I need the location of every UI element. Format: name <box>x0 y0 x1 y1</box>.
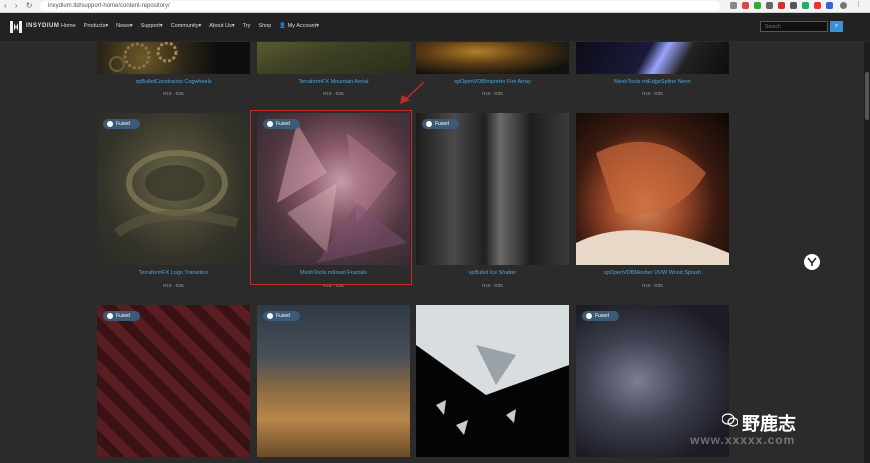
product-thumbnail[interactable] <box>416 305 569 457</box>
watermark-url: www.xxxxx.com <box>690 433 796 447</box>
chat-widget-icon[interactable] <box>804 254 820 270</box>
extension-icon[interactable] <box>766 2 773 9</box>
product-price: R18 - R35 <box>482 91 503 96</box>
extension-icon[interactable] <box>814 2 821 9</box>
fused-icon <box>586 313 592 319</box>
product-price: R18 - R35 <box>163 91 184 96</box>
menu-news[interactable]: News▾ <box>116 23 133 29</box>
cogwheels-image <box>109 42 178 72</box>
badge-label: Fused <box>276 313 290 319</box>
product-thumbnail[interactable] <box>416 113 569 265</box>
fused-icon <box>107 121 113 127</box>
menu-products[interactable]: Products▾ <box>84 23 108 29</box>
shatter-image <box>416 305 569 435</box>
y-logo-icon <box>807 257 817 266</box>
fused-badge: Fused <box>103 119 140 129</box>
product-thumbnail[interactable] <box>97 305 250 457</box>
product-thumbnail[interactable] <box>576 113 729 265</box>
extension-icon[interactable] <box>754 2 761 9</box>
fused-icon <box>426 121 432 127</box>
menu-my-account-label: My Account▾ <box>287 23 319 29</box>
product-price: R18 - R35 <box>642 91 663 96</box>
brand-name: INSYDIUM <box>26 23 60 29</box>
menu-support[interactable]: Support▾ <box>141 23 163 29</box>
product-thumbnail[interactable] <box>257 42 410 74</box>
product-price: R18 - R35 <box>482 283 503 288</box>
search-icon: ⌕ <box>834 23 839 29</box>
highlight-box <box>250 110 412 285</box>
insydium-logo-icon[interactable] <box>9 20 23 34</box>
terrain-logo-image <box>114 150 239 238</box>
extension-icon[interactable] <box>742 2 749 9</box>
product-thumbnail[interactable] <box>257 305 410 457</box>
extension-icon[interactable] <box>802 2 809 9</box>
wechat-icon <box>722 413 738 427</box>
product-thumbnail[interactable] <box>576 42 729 74</box>
menu-icon[interactable]: ⋮ <box>855 0 862 8</box>
product-price: R18 - R35 <box>163 283 184 288</box>
product-thumbnail[interactable] <box>97 113 250 265</box>
product-title[interactable]: xpBulletConstraints Cogwheels <box>97 79 250 85</box>
fused-badge: Fused <box>582 311 619 321</box>
product-title[interactable]: xpOpenVDBImporter Fire Array <box>416 79 569 85</box>
scrollbar[interactable] <box>864 42 870 463</box>
search-button[interactable]: ⌕ <box>830 21 843 32</box>
wood-splash-image <box>576 141 729 265</box>
browser-toolbar: ‹ › ↻ inxydium.ltd/support-home/content-… <box>0 0 870 13</box>
site-header: INSYDIUM Home Products▾ News▾ Support▾ C… <box>0 13 870 41</box>
fused-badge: Fused <box>263 311 300 321</box>
product-title[interactable]: xpBullet Ice Shatter <box>416 270 569 276</box>
product-title[interactable]: MeshTools mtEdgeSpline Neon <box>576 79 729 85</box>
menu-shop[interactable]: Shop <box>258 23 271 29</box>
fused-badge: Fused <box>103 311 140 321</box>
extension-icon[interactable] <box>730 2 737 9</box>
badge-label: Fused <box>116 121 130 127</box>
fused-icon <box>267 313 273 319</box>
menu-my-account[interactable]: 👤 My Account▾ <box>279 23 319 29</box>
product-thumbnail[interactable] <box>416 42 569 74</box>
search-input[interactable] <box>760 21 828 32</box>
product-price: R18 - R35 <box>642 283 663 288</box>
user-icon: 👤 <box>279 23 287 29</box>
menu-home[interactable]: Home <box>61 23 76 29</box>
product-title[interactable]: xpOpenVDBMesher UVW Wood Splash <box>576 270 729 276</box>
extension-icon[interactable] <box>790 2 797 9</box>
extension-icon[interactable] <box>826 2 833 9</box>
badge-label: Fused <box>595 313 609 319</box>
product-title[interactable]: TerraformFX Mountain Aerial <box>257 79 410 85</box>
product-thumbnail[interactable] <box>97 42 250 74</box>
fused-badge: Fused <box>422 119 459 129</box>
menu-try[interactable]: Try <box>243 23 251 29</box>
badge-label: Fused <box>435 121 449 127</box>
profile-avatar[interactable] <box>840 2 847 9</box>
extension-icon[interactable] <box>778 2 785 9</box>
menu-community[interactable]: Community▾ <box>171 23 202 29</box>
annotation-arrow <box>400 81 425 104</box>
scrollbar-thumb[interactable] <box>865 72 869 120</box>
fused-icon <box>107 313 113 319</box>
browser-nav-icons[interactable]: ‹ › ↻ <box>4 1 35 10</box>
product-title[interactable]: TerraformFX Logo Transition <box>97 270 250 276</box>
menu-about-us[interactable]: About Us▾ <box>209 23 234 29</box>
main-menu: Home Products▾ News▾ Support▾ Community▾… <box>61 23 319 29</box>
badge-label: Fused <box>116 313 130 319</box>
product-price: R18 - R35 <box>323 91 344 96</box>
address-bar[interactable]: inxydium.ltd/support-home/content-reposi… <box>40 1 720 11</box>
